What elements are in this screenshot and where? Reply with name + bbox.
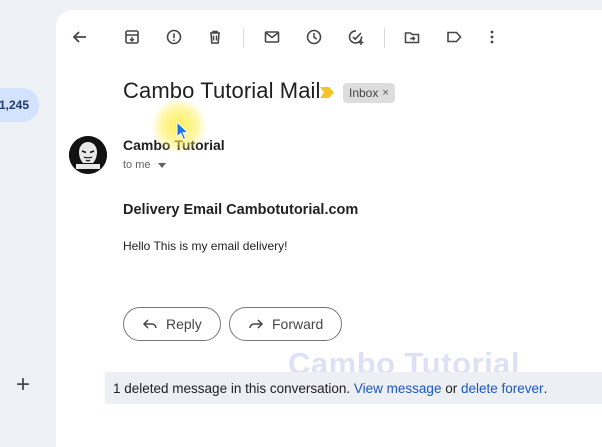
email-subject: Cambo Tutorial Mail <box>123 78 321 103</box>
inbox-label-chip: Inbox × <box>343 83 395 103</box>
notice-or: or <box>445 380 458 396</box>
toolbar-divider <box>243 28 244 48</box>
left-rail: 1,245 + <box>0 0 56 447</box>
label-icon[interactable] <box>441 24 467 50</box>
report-spam-icon[interactable] <box>161 24 187 50</box>
chevron-down-icon[interactable] <box>157 162 166 168</box>
important-marker-icon[interactable] <box>319 86 335 99</box>
mark-unread-icon[interactable] <box>259 24 285 50</box>
recipient-label: to me <box>123 159 151 171</box>
label-chip-text: Inbox <box>349 86 379 100</box>
cursor-pointer-icon <box>176 121 190 141</box>
close-icon[interactable]: × <box>382 87 388 99</box>
more-options-icon[interactable] <box>479 24 505 50</box>
recipient-details[interactable]: to me <box>123 159 166 171</box>
delete-icon[interactable] <box>202 24 228 50</box>
reply-icon <box>142 319 157 329</box>
forward-icon <box>249 319 264 329</box>
toolbar-divider <box>384 28 385 48</box>
reply-button[interactable]: Reply <box>123 307 221 341</box>
inbox-count-label: 1,245 <box>0 98 29 112</box>
reply-label: Reply <box>166 316 202 332</box>
message-panel: Cambo Tutorial Mail Inbox × Cambo Tutori… <box>56 10 602 447</box>
snooze-icon[interactable] <box>301 24 327 50</box>
plus-icon[interactable]: + <box>10 372 36 398</box>
archive-icon[interactable] <box>119 24 145 50</box>
notice-end: . <box>543 380 548 396</box>
forward-label: Forward <box>272 316 324 332</box>
email-body-text: Hello This is my email delivery! <box>123 239 288 253</box>
avatar[interactable] <box>69 136 107 174</box>
add-to-tasks-icon[interactable] <box>343 24 369 50</box>
forward-button[interactable]: Forward <box>229 307 343 341</box>
deleted-message-notice: 1 deleted message in this conversation. … <box>105 372 602 404</box>
move-to-icon[interactable] <box>399 24 425 50</box>
delete-forever-link[interactable]: delete forever <box>461 381 544 396</box>
notice-text: 1 deleted message in this conversation. <box>113 380 351 396</box>
back-arrow-icon[interactable] <box>67 24 93 50</box>
inbox-count-badge[interactable]: 1,245 <box>0 88 39 122</box>
email-body-heading: Delivery Email Cambotutorial.com <box>123 202 359 218</box>
view-message-link[interactable]: View message <box>354 381 442 396</box>
